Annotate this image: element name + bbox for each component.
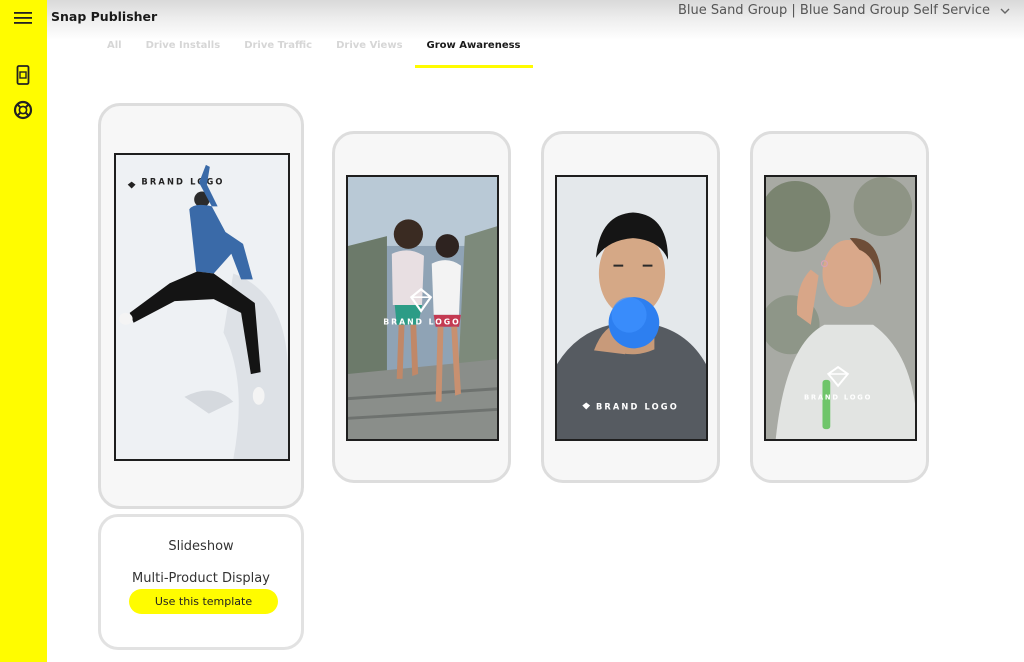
category-tabs: All Drive Installs Drive Traffic Drive V… — [95, 38, 533, 68]
template-card-1[interactable]: BRAND LOGO — [98, 103, 304, 509]
tab-drive-views[interactable]: Drive Views — [324, 38, 414, 68]
sidebar — [0, 0, 47, 662]
tab-grow-awareness[interactable]: Grow Awareness — [414, 38, 533, 68]
template-card-3[interactable]: BRAND LOGO — [541, 131, 720, 483]
use-template-button[interactable]: Use this template — [129, 589, 278, 614]
tab-drive-installs[interactable]: Drive Installs — [134, 38, 233, 68]
template-preview-2: BRAND LOGO — [346, 175, 499, 441]
app-title: Snap Publisher — [51, 9, 158, 24]
girls-on-stairs-photo: BRAND LOGO — [348, 177, 497, 439]
jumping-man-photo: BRAND LOGO — [116, 155, 288, 459]
chevron-down-icon — [1000, 3, 1010, 18]
top-bar: Snap Publisher Blue Sand Group | Blue Sa… — [47, 0, 1024, 40]
man-blowing-bubble-photo: BRAND LOGO — [557, 177, 706, 439]
template-description: Multi-Product Display — [132, 571, 270, 586]
mobile-preview-icon[interactable] — [9, 61, 37, 89]
selected-template-info: Slideshow Multi-Product Display Use this… — [98, 514, 304, 650]
hamburger-menu-icon[interactable] — [9, 4, 37, 32]
template-card-2[interactable]: BRAND LOGO — [332, 131, 511, 483]
brand-logo-text-3: BRAND LOGO — [596, 401, 679, 411]
brand-logo-text-4: BRAND LOGO — [804, 394, 872, 402]
account-label: Blue Sand Group | Blue Sand Group Self S… — [677, 3, 990, 18]
brand-logo-text-2: BRAND LOGO — [383, 318, 460, 327]
tab-drive-traffic[interactable]: Drive Traffic — [232, 38, 324, 68]
account-switcher[interactable]: Blue Sand Group | Blue Sand Group Self S… — [678, 3, 1010, 18]
brand-logo-text-1: BRAND LOGO — [141, 177, 224, 187]
template-preview-1: BRAND LOGO — [114, 153, 290, 461]
woman-blowing-bubbles-photo: BRAND LOGO — [766, 177, 915, 439]
template-type-label: Slideshow — [168, 539, 234, 554]
template-card-4[interactable]: BRAND LOGO — [750, 131, 929, 483]
help-lifebuoy-icon[interactable] — [9, 96, 37, 124]
template-preview-3: BRAND LOGO — [555, 175, 708, 441]
template-preview-4: BRAND LOGO — [764, 175, 917, 441]
tab-all[interactable]: All — [95, 38, 134, 68]
